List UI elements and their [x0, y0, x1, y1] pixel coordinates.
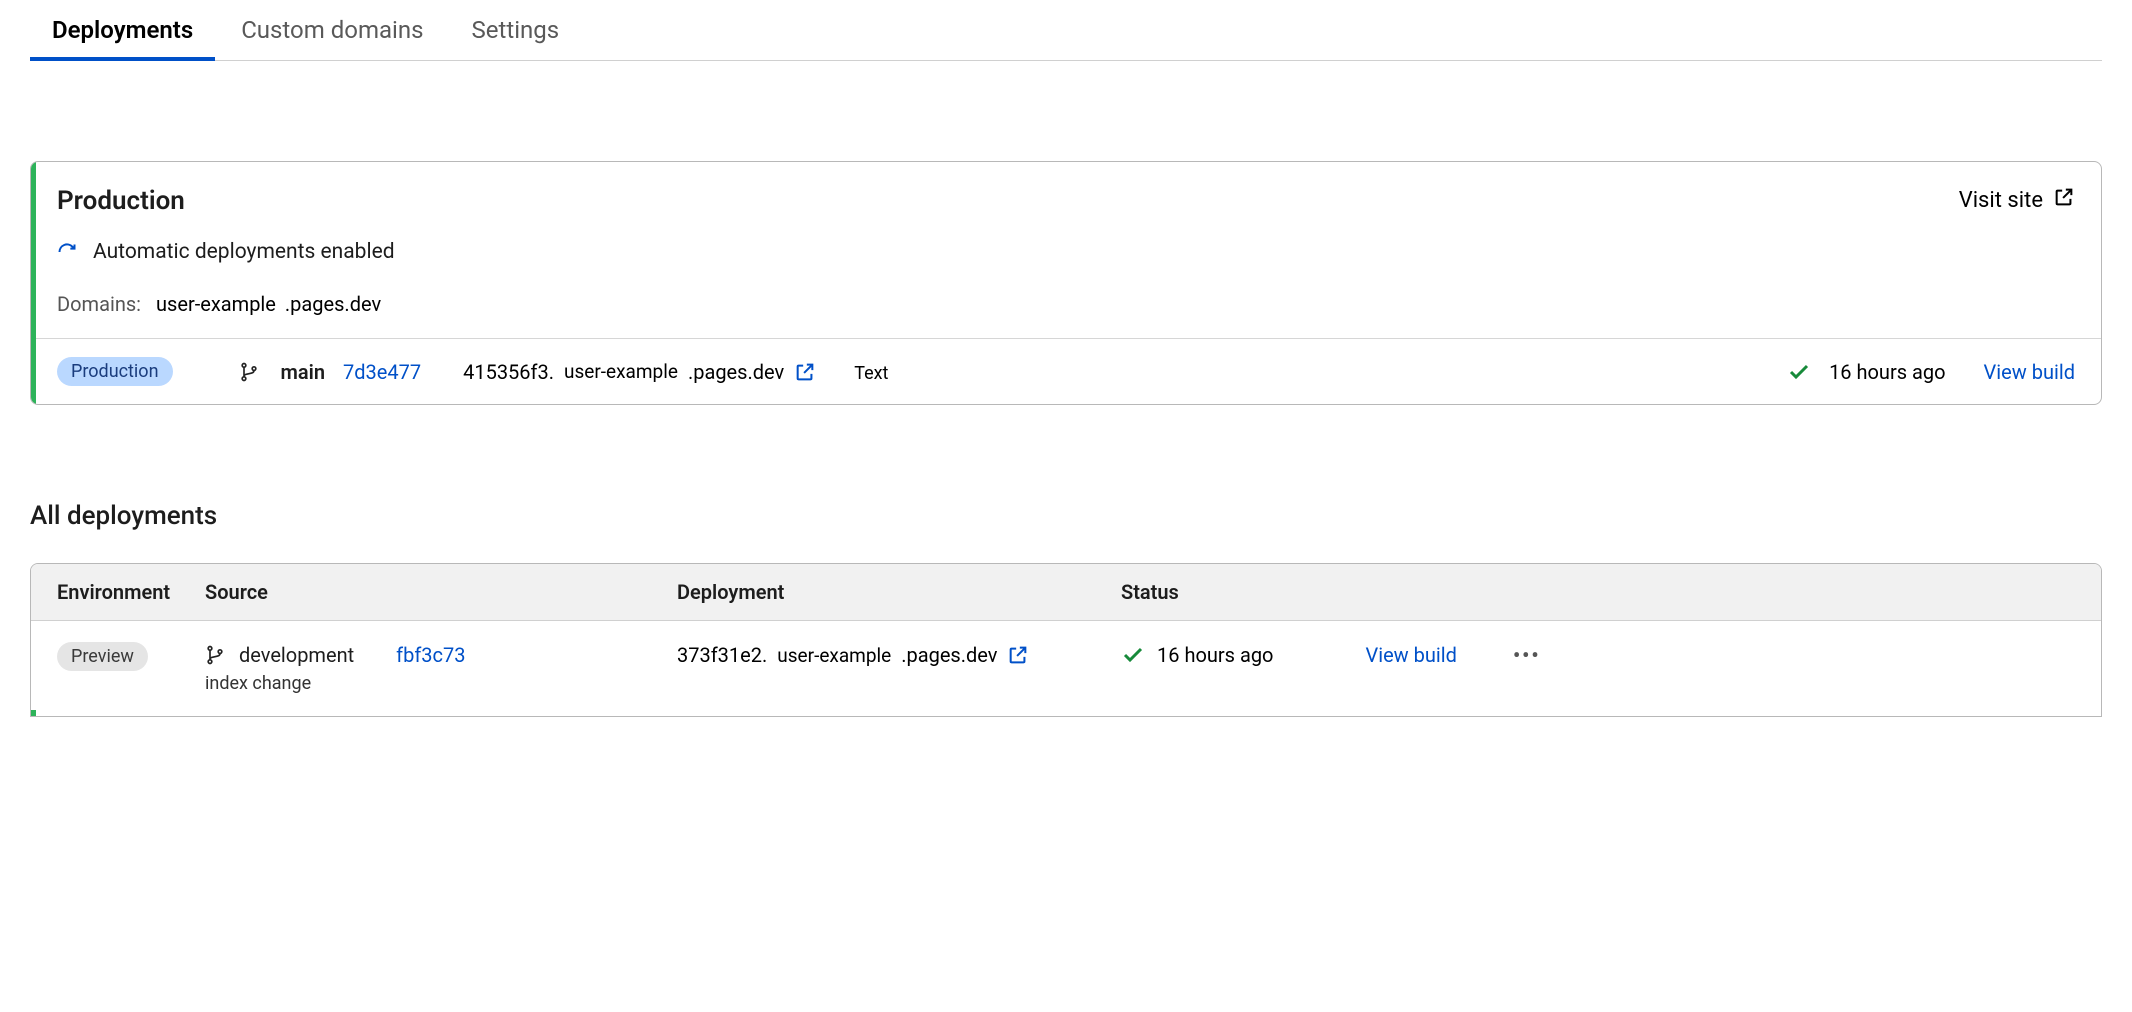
more-actions-icon[interactable]: •••: [1513, 643, 1541, 667]
domains-row: Domains: user-example .pages.dev: [31, 278, 2101, 338]
branch-name: development: [239, 643, 354, 667]
url-suffix: .pages.dev: [688, 360, 784, 384]
git-branch-icon: [205, 645, 225, 665]
domain-name: user-example: [156, 292, 276, 316]
environment-badge: Preview: [57, 642, 148, 671]
commit-message: index change: [205, 673, 677, 694]
url-hash: 373f31e2.: [677, 643, 767, 667]
all-deployments-title: All deployments: [30, 501, 2102, 531]
production-card: Production Visit site Automatic deployme…: [30, 161, 2102, 405]
tab-deployments[interactable]: Deployments: [52, 0, 193, 60]
tab-custom-domains[interactable]: Custom domains: [241, 0, 423, 60]
deployments-table: Environment Source Deployment Status Pre…: [30, 563, 2102, 717]
domain-suffix: .pages.dev: [285, 292, 381, 316]
table-header: Environment Source Deployment Status: [31, 564, 2101, 621]
commit-link[interactable]: fbf3c73: [396, 643, 465, 667]
production-deploy-row: Production main 7d3e477 415356f3. user-e…: [31, 338, 2101, 404]
check-icon: [1121, 643, 1145, 667]
branch-name: main: [281, 360, 325, 384]
domains-label: Domains:: [57, 292, 141, 316]
environment-badge: Production: [57, 357, 173, 386]
url-suffix: .pages.dev: [901, 643, 997, 667]
url-user: user-example: [564, 360, 678, 383]
table-row: Preview development fbf3c73 index change…: [31, 621, 2101, 716]
col-status: Status: [1121, 580, 2075, 604]
visit-site-link[interactable]: Visit site: [1959, 186, 2075, 214]
external-link-icon[interactable]: [1007, 644, 1029, 666]
view-build-link[interactable]: View build: [1365, 643, 1456, 667]
col-source: Source: [205, 580, 677, 604]
view-build-link[interactable]: View build: [1984, 360, 2075, 384]
col-environment: Environment: [57, 580, 205, 604]
tab-settings[interactable]: Settings: [472, 0, 560, 60]
auto-deploy-status: Automatic deployments enabled: [31, 226, 2101, 278]
external-link-icon[interactable]: [794, 361, 816, 383]
timestamp: 16 hours ago: [1829, 360, 1945, 384]
text-label: Text: [854, 363, 888, 386]
deployment-url[interactable]: 415356f3. user-example .pages.dev: [463, 360, 816, 384]
card-header: Production Visit site: [31, 162, 2101, 226]
timestamp: 16 hours ago: [1157, 643, 1273, 667]
url-hash: 415356f3.: [463, 360, 554, 384]
tabs: Deployments Custom domains Settings: [30, 0, 2102, 61]
url-user: user-example: [777, 644, 891, 667]
external-link-icon: [2053, 186, 2075, 214]
visit-site-label: Visit site: [1959, 188, 2043, 213]
check-icon: [1787, 360, 1811, 384]
git-branch-icon: [239, 362, 259, 382]
col-deployment: Deployment: [677, 580, 1121, 604]
commit-link[interactable]: 7d3e477: [343, 360, 421, 384]
refresh-icon: [57, 242, 77, 262]
card-title: Production: [57, 186, 185, 216]
auto-deploy-label: Automatic deployments enabled: [93, 240, 395, 264]
deployment-url[interactable]: 373f31e2. user-example .pages.dev: [677, 643, 1029, 667]
